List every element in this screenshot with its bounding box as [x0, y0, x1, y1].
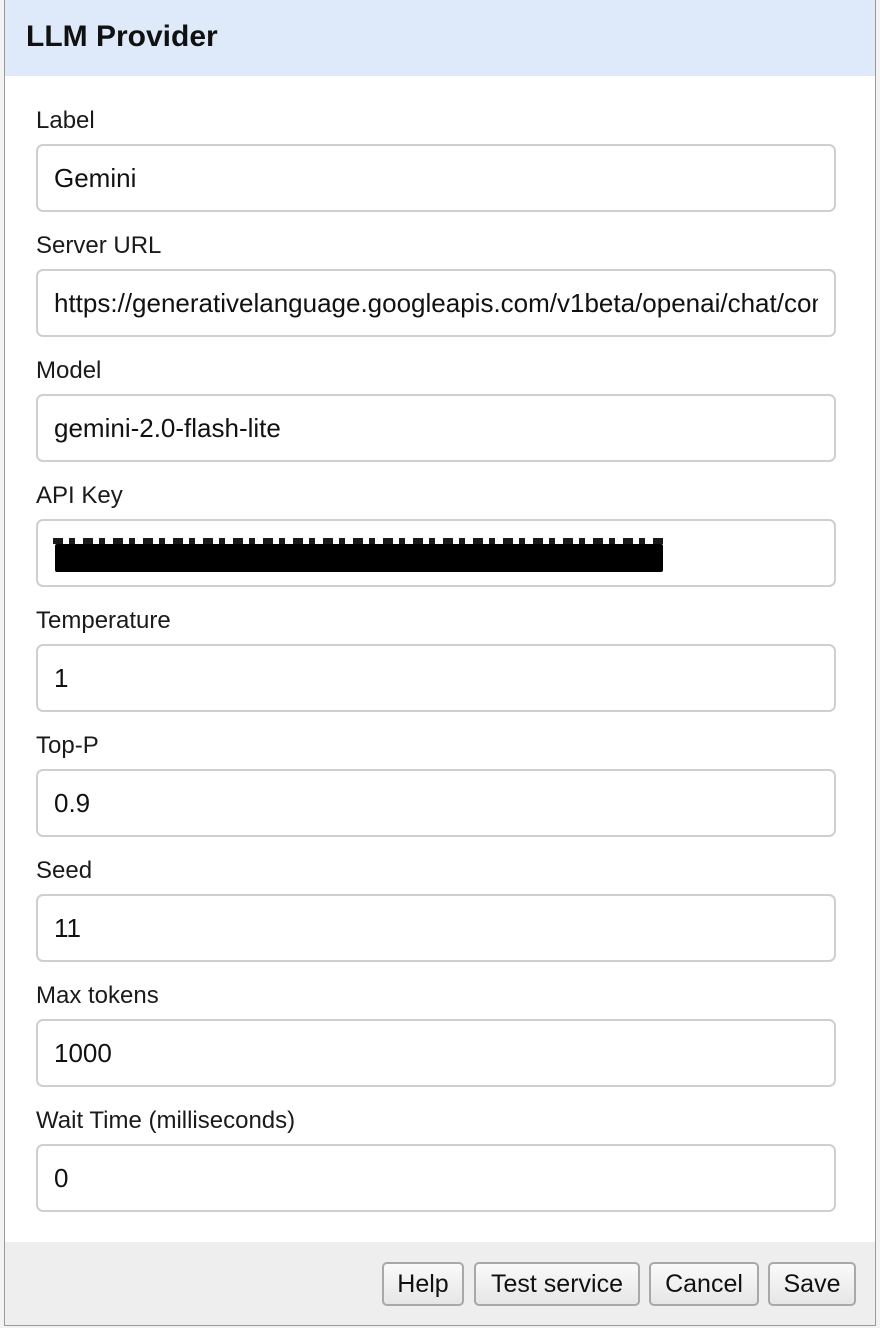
seed-input[interactable]: [36, 894, 836, 962]
top-p-input[interactable]: [36, 769, 836, 837]
model-field-label: Model: [36, 357, 102, 384]
cancel-button[interactable]: Cancel: [649, 1262, 759, 1306]
dialog-title: LLM Provider: [26, 20, 218, 53]
llm-provider-dialog: LLM Provider Label Server URL Model API …: [4, 0, 876, 1326]
help-button[interactable]: Help: [382, 1262, 464, 1306]
top-p-field-label: Top-P: [36, 732, 99, 759]
save-button[interactable]: Save: [768, 1262, 856, 1306]
api-key-redaction: [53, 538, 665, 572]
label-field-label: Label: [36, 107, 95, 134]
dialog-body: Label Server URL Model API Key Temperatu…: [5, 76, 875, 1242]
model-input[interactable]: [36, 394, 836, 462]
temperature-input[interactable]: [36, 644, 836, 712]
label-input[interactable]: [36, 144, 836, 212]
test-service-button[interactable]: Test service: [474, 1262, 640, 1306]
dialog-header: LLM Provider: [5, 0, 875, 76]
seed-field-label: Seed: [36, 857, 93, 884]
wait-time-input[interactable]: [36, 1144, 836, 1212]
max-tokens-field-label: Max tokens: [36, 982, 159, 1009]
api-key-field-label: API Key: [36, 482, 123, 509]
server-url-field-label: Server URL: [36, 232, 162, 259]
wait-time-field-label: Wait Time (milliseconds): [36, 1107, 296, 1134]
dialog-footer: Help Test service Cancel Save: [5, 1242, 875, 1325]
max-tokens-input[interactable]: [36, 1019, 836, 1087]
temperature-field-label: Temperature: [36, 607, 171, 634]
server-url-input[interactable]: [36, 269, 836, 337]
